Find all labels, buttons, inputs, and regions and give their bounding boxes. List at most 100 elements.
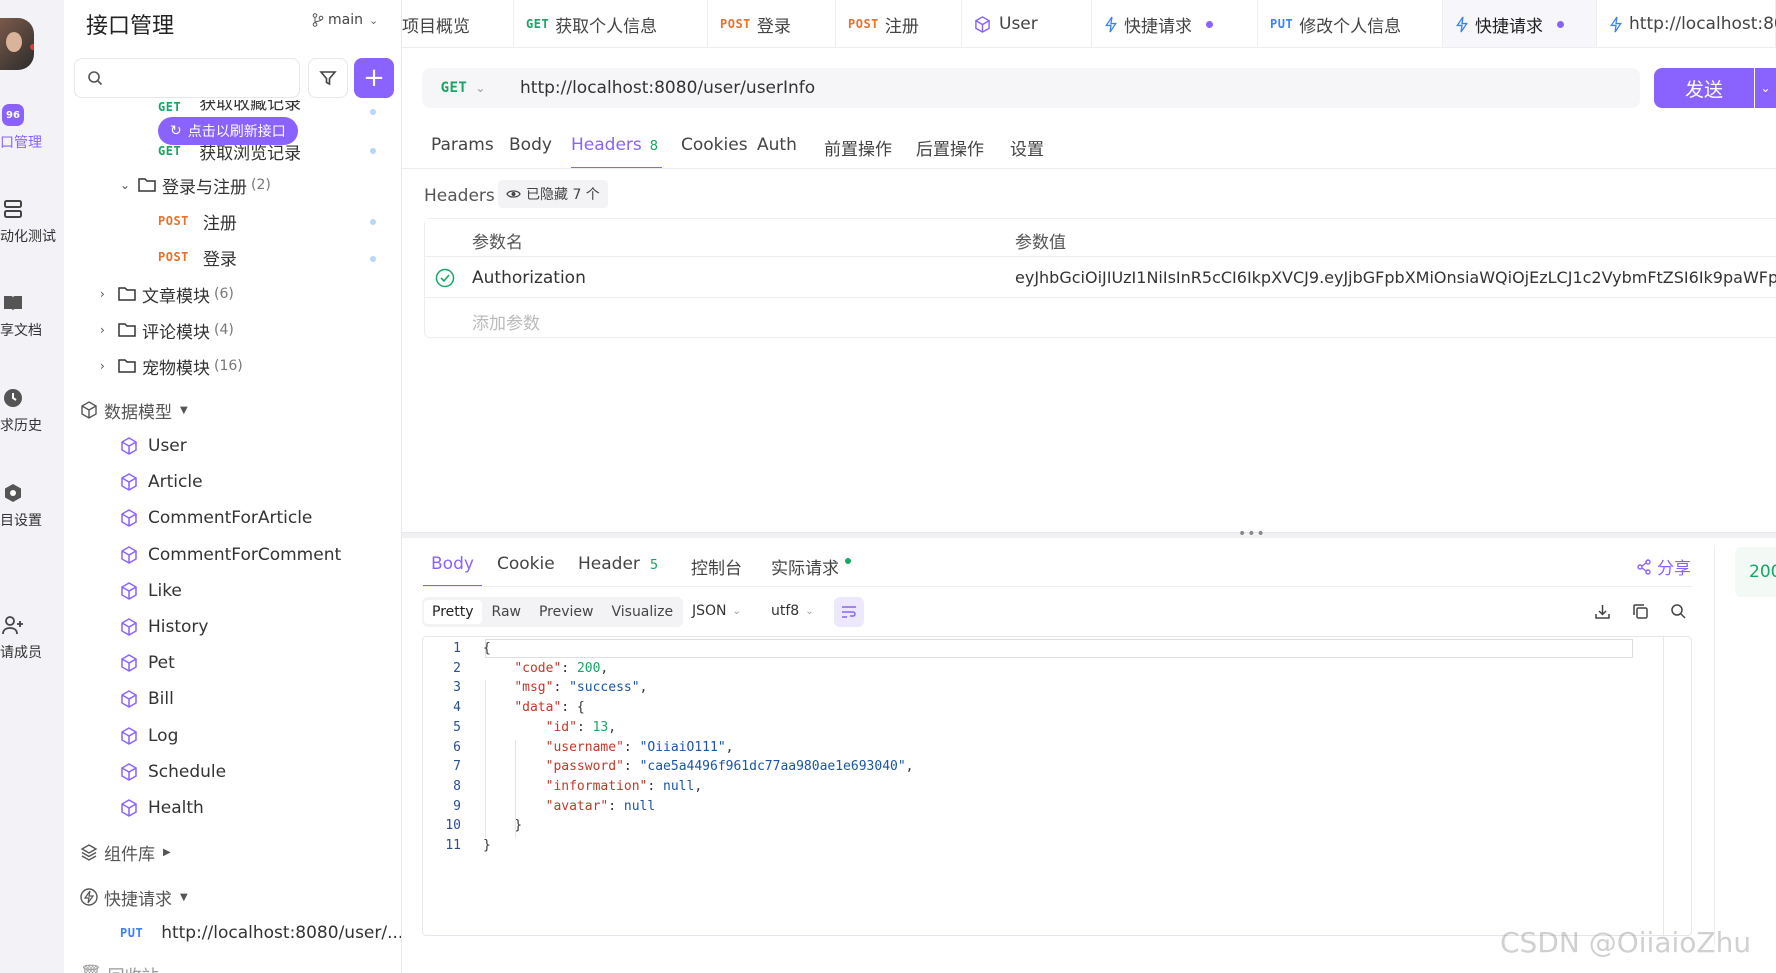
tab-0[interactable]: 项目概览 <box>402 0 514 47</box>
cube-icon <box>120 726 138 745</box>
view-mode-group: Pretty Raw Preview Visualize <box>422 597 684 627</box>
table-row[interactable]: Authorization eyJhbGciOiJIUzI1NiIsInR5cC… <box>425 258 1776 298</box>
tab-7[interactable]: 快捷请求 <box>1443 0 1597 47</box>
model-item[interactable]: CommentForComment <box>120 539 341 571</box>
check-circle-icon[interactable] <box>435 268 455 288</box>
model-item[interactable]: Bill <box>120 683 174 715</box>
chevron-down-icon: ⌄ <box>805 605 814 617</box>
filter-button[interactable] <box>308 58 348 98</box>
model-item[interactable]: Article <box>120 466 203 498</box>
code-editor[interactable]: 1 {2 "code": 200, 3 "msg": "success", 4 "da… <box>422 636 1692 936</box>
response-tab-3[interactable]: 控制台 <box>691 554 742 579</box>
method-select[interactable]: GET ⌄ <box>422 68 504 108</box>
request-tab-后置操作[interactable]: 后置操作 <box>916 135 984 160</box>
model-item[interactable]: CommentForArticle <box>120 502 312 534</box>
tab-2[interactable]: POST 登录 <box>708 0 836 47</box>
view-mode-preview[interactable]: Preview <box>531 600 602 624</box>
request-tab-设置[interactable]: 设置 <box>1010 135 1044 160</box>
model-item[interactable]: Pet <box>120 647 175 679</box>
model-item[interactable]: Like <box>120 575 182 607</box>
request-tab-label: Body <box>509 135 552 155</box>
model-item[interactable]: User <box>120 430 187 462</box>
tab-label: 快捷请求 <box>1124 16 1192 37</box>
sidebar-title: 接口管理 <box>86 14 175 39</box>
view-mode-raw[interactable]: Raw <box>484 600 529 624</box>
response-tab-2[interactable]: Header 5 <box>578 554 658 574</box>
section-data-models[interactable]: 数据模型 ▼ <box>80 394 188 426</box>
rail-item-auto-test[interactable]: 自动化测试 <box>0 198 64 262</box>
drag-handle-icon[interactable]: ••• <box>1238 526 1266 542</box>
rail-item-share-docs[interactable]: 分享文档 <box>0 292 64 356</box>
folder-icon <box>118 287 136 301</box>
add-param-row[interactable]: 添加参数 <box>425 299 1776 339</box>
response-tab-1[interactable]: Cookie <box>497 554 555 574</box>
format-select[interactable]: JSON ⌄ <box>692 603 741 619</box>
model-item[interactable]: Schedule <box>120 756 226 788</box>
send-button[interactable]: 发送 <box>1654 68 1754 108</box>
request-tab-前置操作[interactable]: 前置操作 <box>824 135 892 160</box>
request-tab-label: 前置操作 <box>824 140 892 160</box>
tab-1[interactable]: GET 获取个人信息 <box>514 0 708 47</box>
download-button[interactable] <box>1594 603 1611 624</box>
avatar[interactable] <box>0 18 34 70</box>
tab-4[interactable]: User <box>962 0 1092 47</box>
section-quick-requests[interactable]: 快捷请求 ▼ <box>80 881 188 913</box>
folder-login-register[interactable]: ⌄ 登录与注册 (2) <box>120 169 271 201</box>
chevron-right-icon: › <box>100 323 105 337</box>
tree-item-register[interactable]: POST 注册 <box>158 205 237 237</box>
indent-guide <box>485 680 486 838</box>
panel-splitter[interactable] <box>402 532 1776 538</box>
encoding-select[interactable]: utf8 ⌄ <box>771 603 814 619</box>
tree-item-partial[interactable]: GET 获取收藏记录 <box>158 100 301 114</box>
tab-5[interactable]: 快捷请求 <box>1092 0 1258 47</box>
search-box[interactable] <box>74 58 300 98</box>
model-item[interactable]: Health <box>120 792 204 824</box>
header-value[interactable]: eyJhbGciOiJIUzI1NiIsInR5cCI6IkpXVCJ9.eyJ… <box>1015 268 1776 287</box>
tab-3[interactable]: POST 注册 <box>836 0 962 47</box>
rail-item-invite[interactable]: 邀请成员 <box>0 614 64 678</box>
tab-6[interactable]: PUT 修改个人信息 <box>1258 0 1443 47</box>
rail-label: 接口管理 <box>0 135 42 151</box>
header-name[interactable]: Authorization <box>472 268 586 288</box>
code-text: "avatar": null <box>545 798 656 814</box>
refresh-tooltip[interactable]: ↻ 点击以刷新接口 <box>158 117 298 145</box>
view-mode-visualize[interactable]: Visualize <box>603 600 681 624</box>
view-mode-pretty[interactable]: Pretty <box>424 600 482 624</box>
response-tab-0[interactable]: Body <box>423 554 482 587</box>
section-components[interactable]: 组件库 ▶ <box>80 836 171 868</box>
status-panel: 200 <box>1714 545 1776 945</box>
model-item[interactable]: Log <box>120 720 178 752</box>
share-button[interactable]: 分享 <box>1636 554 1691 579</box>
request-tab-body[interactable]: Body <box>509 135 552 155</box>
section-label: 数据模型 <box>104 402 172 423</box>
tree-item-quick-put[interactable]: PUT http://localhost:8080/user/... <box>120 917 401 949</box>
folder-article[interactable]: › 文章模块 (6) <box>100 278 234 310</box>
search-response-button[interactable] <box>1670 603 1687 624</box>
editor-scrollbar[interactable] <box>1663 637 1677 935</box>
line-number: 9 <box>453 798 461 814</box>
copy-button[interactable] <box>1632 603 1649 624</box>
request-tab-params[interactable]: Params <box>431 135 494 155</box>
hidden-headers-badge[interactable]: 已隐藏 7 个 <box>498 180 608 208</box>
request-tab-cookies[interactable]: Cookies <box>681 135 748 155</box>
section-recycle-bin[interactable]: 🗑 回收站 <box>80 958 159 973</box>
add-button[interactable]: + <box>354 58 394 98</box>
response-tabs-divider <box>422 586 1692 587</box>
model-item[interactable]: History <box>120 611 208 643</box>
folder-comment[interactable]: › 评论模块 (4) <box>100 314 234 346</box>
folder-pet[interactable]: › 宠物模块 (16) <box>100 350 243 382</box>
branch-selector[interactable]: main ⌄ <box>312 12 378 28</box>
tab-8[interactable]: http://localhost:80 <box>1597 0 1776 47</box>
wrap-lines-button[interactable] <box>834 597 864 627</box>
tree-item-login[interactable]: POST 登录 <box>158 241 237 273</box>
request-tab-auth[interactable]: Auth <box>757 135 797 155</box>
request-tab-headers[interactable]: Headers 8 <box>571 135 663 169</box>
rail-item-history[interactable]: 请求历史 <box>0 387 64 451</box>
rail-item-settings[interactable]: 项目设置 <box>0 482 64 546</box>
response-tab-4[interactable]: 实际请求 <box>771 554 851 579</box>
search-input[interactable] <box>109 70 279 86</box>
url-input[interactable]: http://localhost:8080/user/userInfo <box>520 78 815 98</box>
request-tab-label: 设置 <box>1010 140 1044 160</box>
rail-item-api-management[interactable]: 96 接口管理 <box>0 104 64 168</box>
send-options-button[interactable]: ⌄ <box>1755 68 1776 108</box>
